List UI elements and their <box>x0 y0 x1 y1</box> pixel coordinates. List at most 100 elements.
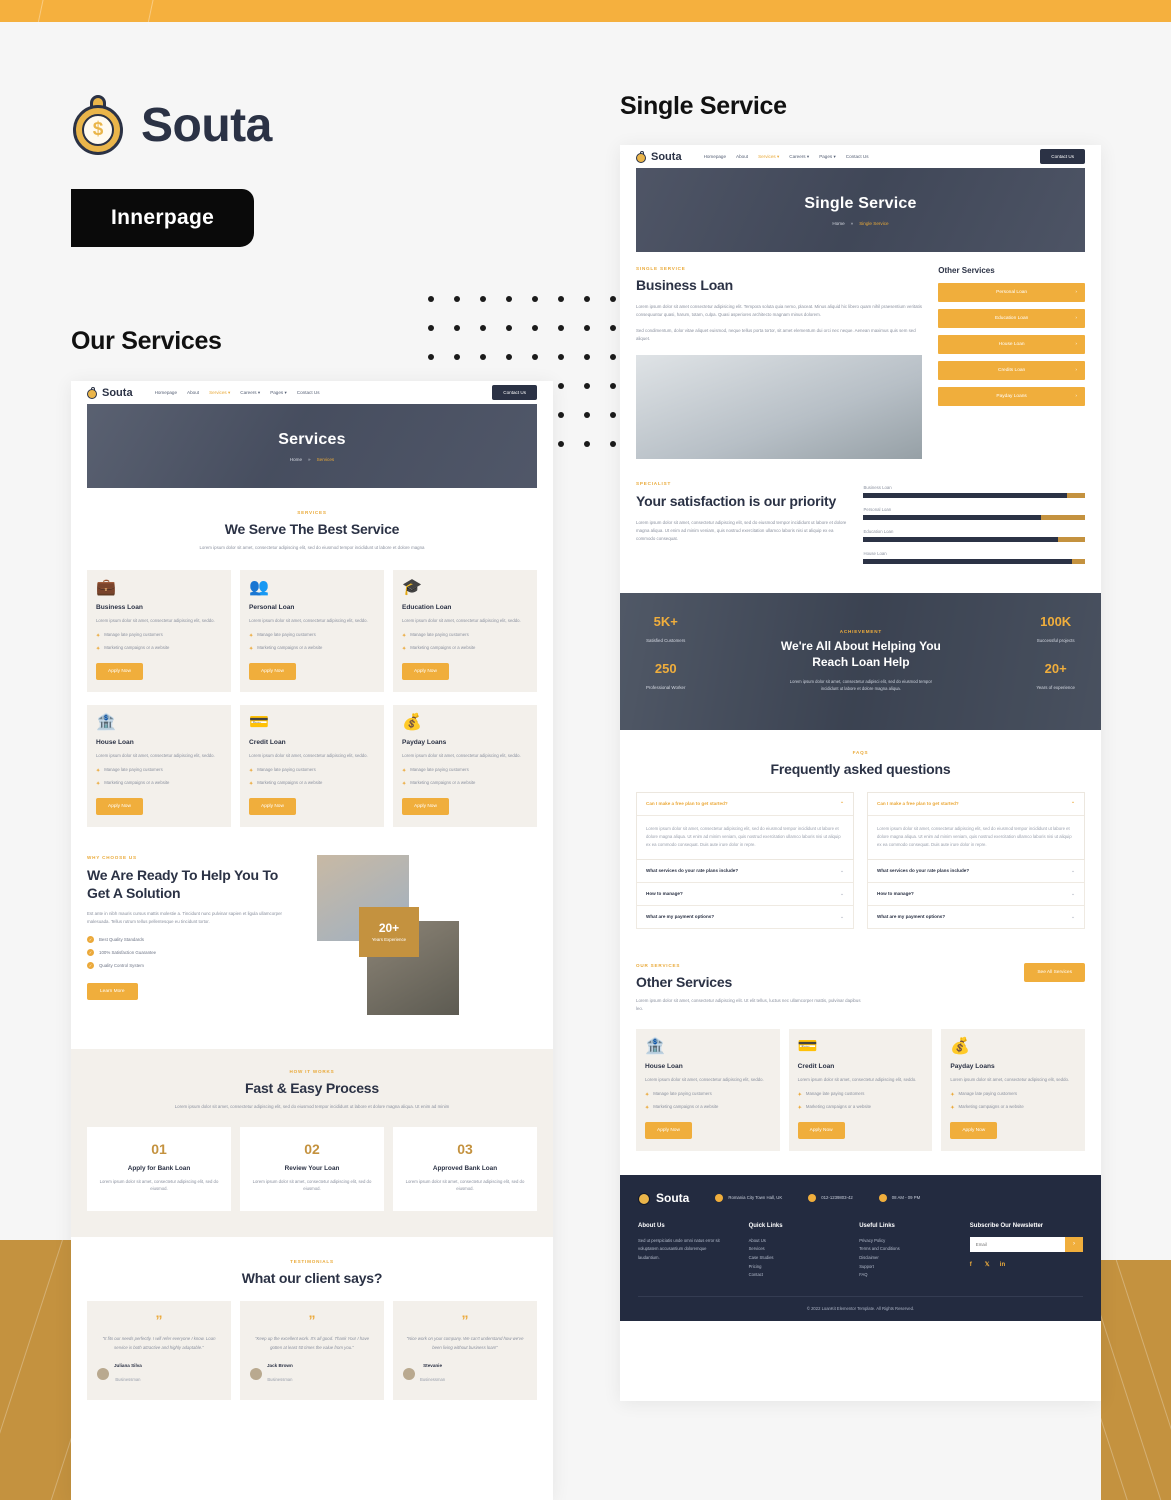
see-all-services-button[interactable]: See All Services <box>1024 962 1085 982</box>
navbar-logo[interactable]: Souta <box>87 386 133 399</box>
testimonial-quote: "Keep up the excellent work. It's all go… <box>254 1336 370 1350</box>
service-feature: ✦ Marketing campaigns or a website <box>96 779 170 787</box>
faq-item-closed[interactable]: How to manage? ⌄ <box>636 882 854 906</box>
testimonials-title: What our client says? <box>241 1270 383 1287</box>
navbar-contact-button[interactable]: Contact Us <box>1040 149 1085 164</box>
why-check-item: ✓ 100% Satisfaction Guarantee <box>87 949 157 957</box>
footer-link[interactable]: Pricing <box>749 1263 840 1272</box>
progress-label: House Loan <box>863 550 887 556</box>
service-card[interactable]: 🏦 House Loan Lorem ipsum dolor sit amet, c… <box>636 1028 780 1151</box>
apply-now-button[interactable]: Apply Now <box>950 1121 998 1139</box>
nav-item-careers[interactable]: Careers ▾ <box>789 154 809 160</box>
footer-link[interactable]: FAQ <box>859 1271 950 1280</box>
process-eyebrow: HOW IT WORKS <box>289 1068 335 1074</box>
linkedin-icon[interactable]: in <box>1000 1261 1008 1269</box>
service-card[interactable]: 💼 Business Loan Lorem ipsum dolor sit amet… <box>87 570 231 692</box>
progress-fill <box>863 558 1072 564</box>
nav-item-about[interactable]: About <box>736 154 748 160</box>
nav-item-pages[interactable]: Pages ▾ <box>819 154 836 160</box>
footer-link[interactable]: Privacy Policy <box>859 1237 950 1246</box>
learn-more-button[interactable]: Learn More <box>87 983 138 1001</box>
footer-link[interactable]: Contact <box>749 1271 840 1280</box>
testimonial-author: Jack Brown Businessman <box>250 1363 374 1386</box>
facebook-icon[interactable]: f <box>970 1261 978 1269</box>
service-icon: 👥 <box>249 579 269 597</box>
sidebar-service-button[interactable]: Personal Loan › <box>938 283 1085 302</box>
service-card[interactable]: 💳 Credit Loan Lorem ipsum dolor sit amet, … <box>240 704 384 827</box>
nav-item-contact-us[interactable]: Contact Us <box>846 154 869 160</box>
progress-fill <box>863 536 1059 542</box>
nav-item-homepage[interactable]: Homepage <box>155 390 177 396</box>
faq-question[interactable]: Can I make a free plan to get started? ⌃ <box>868 793 1084 816</box>
achievement-section: 5K+ Satisfied Customers 250 Professional Wo… <box>620 592 1101 730</box>
faq-item-open[interactable]: Can I make a free plan to get started? ⌃ L… <box>636 791 854 860</box>
footer-logo[interactable]: Souta <box>638 1191 689 1205</box>
faq-item-closed[interactable]: What are my payment options? ⌄ <box>867 905 1085 929</box>
author-role: Businessman <box>420 1376 446 1382</box>
footer-link[interactable]: Services <box>749 1245 840 1254</box>
apply-now-button[interactable]: Apply Now <box>402 662 449 680</box>
faq-item-open[interactable]: Can I make a free plan to get started? ⌃ L… <box>867 791 1085 860</box>
check-icon: ✓ <box>87 936 94 944</box>
service-card[interactable]: 💰 Payday Loans Lorem ipsum dolor sit amet,… <box>393 704 537 827</box>
footer-link[interactable]: Case Studies <box>749 1254 840 1263</box>
service-card-title: Credit Loan <box>249 738 286 746</box>
apply-now-button[interactable]: Apply Now <box>645 1121 692 1139</box>
process-step-card: 03 Approved Bank Loan Lorem ipsum dolor si… <box>393 1126 537 1212</box>
nav-item-homepage[interactable]: Homepage <box>704 154 726 160</box>
footer-link[interactable]: About Us <box>749 1237 840 1246</box>
faq-item-closed[interactable]: What services do your rate plans include… <box>867 859 1085 883</box>
faq-item-closed[interactable]: What are my payment options? ⌄ <box>636 905 854 929</box>
service-card[interactable]: 👥 Personal Loan Lorem ipsum dolor sit amet… <box>240 570 384 692</box>
testimonial-quote: "It fits our needs perfectly. I will ref… <box>102 1336 216 1350</box>
faq-question[interactable]: Can I make a free plan to get started? ⌃ <box>637 793 853 816</box>
nav-item-services[interactable]: Services ▾ <box>209 390 230 396</box>
navbar-logo[interactable]: Souta <box>636 150 682 163</box>
twitter-icon[interactable]: 𝕏 <box>985 1261 993 1269</box>
apply-now-button[interactable]: Apply Now <box>402 797 449 815</box>
experience-badge: 20+ Years Experience <box>359 906 419 957</box>
nav-item-about[interactable]: About <box>187 390 199 396</box>
service-card[interactable]: 🎓 Education Loan Lorem ipsum dolor sit ame… <box>393 570 537 692</box>
step-number: 03 <box>457 1140 473 1157</box>
chevron-up-icon: ⌃ <box>840 800 844 806</box>
chevron-right-icon: › <box>1075 290 1077 295</box>
apply-now-button[interactable]: Apply Now <box>96 797 143 815</box>
service-card[interactable]: 💳 Credit Loan Lorem ipsum dolor sit amet, … <box>788 1028 933 1151</box>
sidebar-service-button[interactable]: Education Loan › <box>938 309 1085 328</box>
service-feature: ✦ Manage late paying customers <box>96 631 163 639</box>
footer-link[interactable]: Disclaimer <box>859 1254 950 1263</box>
service-card-desc: Lorem ipsum dolor sit amet, consectetur … <box>402 752 521 758</box>
nav-item-careers[interactable]: Careers ▾ <box>240 390 260 396</box>
faq-item-closed[interactable]: What services do your rate plans include… <box>636 859 854 883</box>
sidebar-title: Other Services <box>938 266 995 275</box>
author-role: Businessman <box>267 1376 293 1382</box>
progress-label: Personal Loan <box>863 506 892 512</box>
apply-now-button[interactable]: Apply Now <box>249 797 296 815</box>
author-name: Stevanie <box>423 1362 443 1368</box>
service-card[interactable]: 💰 Payday Loans Lorem ipsum dolor sit amet,… <box>941 1028 1086 1151</box>
detail-title: Business Loan <box>636 277 733 293</box>
newsletter-email-input[interactable] <box>969 1236 1066 1252</box>
sidebar-service-button[interactable]: Credits Loan › <box>938 361 1085 380</box>
navbar-contact-button[interactable]: Contact Us <box>492 385 537 400</box>
other-services-header: OUR SERVICES Other Services Lorem ipsum … <box>636 962 1085 1013</box>
apply-now-button[interactable]: Apply Now <box>797 1121 845 1139</box>
footer-link[interactable]: Support <box>859 1263 950 1272</box>
service-card[interactable]: 🏦 House Loan Lorem ipsum dolor sit amet, c… <box>87 704 231 827</box>
nav-item-contact-us[interactable]: Contact Us <box>297 390 320 396</box>
nav-item-services[interactable]: Services ▾ <box>758 154 779 160</box>
breadcrumb-home[interactable]: Home <box>832 221 844 226</box>
sidebar-service-button[interactable]: Payday Loans › <box>938 387 1085 406</box>
footer-link[interactable]: Terms and Conditions <box>859 1245 950 1254</box>
newsletter-submit-button[interactable]: › <box>1065 1236 1084 1252</box>
satisfaction-copy: SPECIALIST Your satisfaction is our prio… <box>636 481 847 573</box>
breadcrumb-home[interactable]: Home <box>290 457 302 462</box>
why-title: We Are Ready To Help You To Get A Soluti… <box>87 866 279 901</box>
apply-now-button[interactable]: Apply Now <box>96 662 143 680</box>
footer-top-bar: Souta Romania City Town Hall, UK 012-1239… <box>638 1191 1083 1205</box>
faq-item-closed[interactable]: How to manage? ⌄ <box>867 882 1085 906</box>
apply-now-button[interactable]: Apply Now <box>249 662 296 680</box>
sidebar-service-button[interactable]: House Loan › <box>938 335 1085 354</box>
nav-item-pages[interactable]: Pages ▾ <box>270 390 287 396</box>
